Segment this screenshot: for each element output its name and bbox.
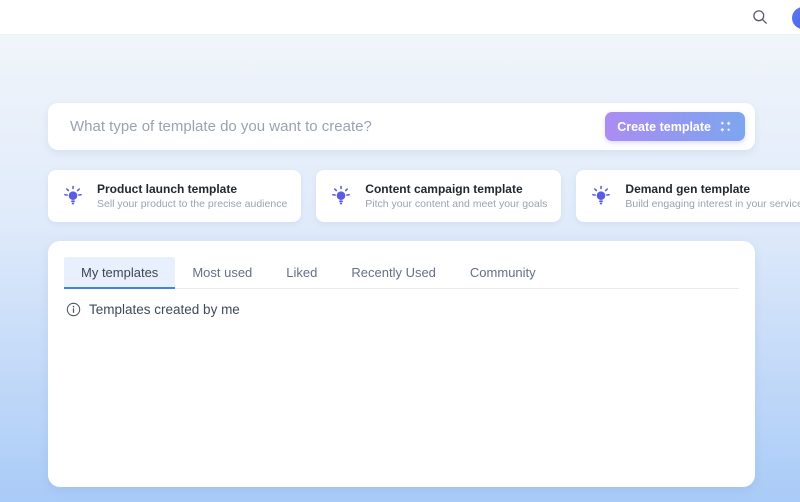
templates-panel: My templates Most used Liked Recently Us… <box>48 241 755 487</box>
search-icon[interactable] <box>750 7 770 27</box>
card-subtitle: Pitch your content and meet your goals <box>365 198 547 210</box>
card-title: Demand gen template <box>625 182 800 196</box>
tab-most-used[interactable]: Most used <box>175 257 269 289</box>
card-title: Content campaign template <box>365 182 547 196</box>
tab-my-templates[interactable]: My templates <box>64 257 175 289</box>
tab-recently-used[interactable]: Recently Used <box>334 257 453 289</box>
card-subtitle: Sell your product to the precise audienc… <box>97 198 287 210</box>
lightbulb-icon <box>330 185 352 207</box>
main-content: Create template <box>0 103 800 487</box>
create-template-label: Create template <box>617 120 711 134</box>
card-text: Content campaign template Pitch your con… <box>365 182 547 210</box>
topbar <box>0 0 800 35</box>
empty-state: Templates created by me <box>64 302 739 317</box>
card-title: Product launch template <box>97 182 287 196</box>
card-subtitle: Build engaging interest in your services <box>625 198 800 210</box>
template-prompt-bar: Create template <box>48 103 755 150</box>
lightbulb-icon <box>62 185 84 207</box>
tab-community[interactable]: Community <box>453 257 553 289</box>
lightbulb-icon <box>590 185 612 207</box>
create-template-button[interactable]: Create template <box>605 112 745 141</box>
user-avatar[interactable] <box>792 7 800 29</box>
card-text: Demand gen template Build engaging inter… <box>625 182 800 210</box>
info-icon <box>66 302 81 317</box>
suggestion-card-content-campaign[interactable]: Content campaign template Pitch your con… <box>316 170 561 222</box>
suggestion-card-demand-gen[interactable]: Demand gen template Build engaging inter… <box>576 170 800 222</box>
templates-tabs: My templates Most used Liked Recently Us… <box>64 257 739 289</box>
magnifier-glyph <box>752 9 768 25</box>
suggestion-card-product-launch[interactable]: Product launch template Sell your produc… <box>48 170 301 222</box>
tab-liked[interactable]: Liked <box>269 257 334 289</box>
suggestion-cards-row: Product launch template Sell your produc… <box>48 170 755 222</box>
sparkles-icon <box>718 119 733 134</box>
template-prompt-input[interactable] <box>70 118 605 135</box>
empty-state-label: Templates created by me <box>89 302 240 317</box>
app-screen: Create template <box>0 0 800 502</box>
card-text: Product launch template Sell your produc… <box>97 182 287 210</box>
